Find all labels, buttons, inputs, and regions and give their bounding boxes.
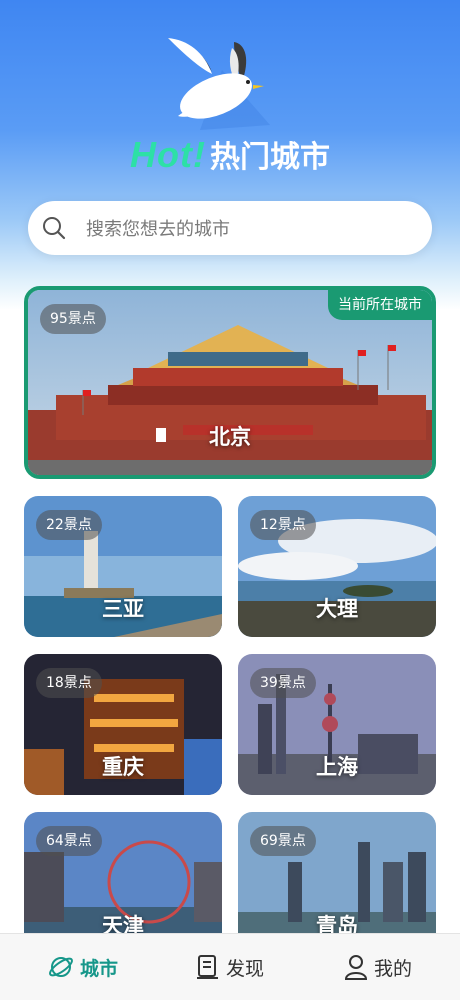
spots-badge: 18景点 (36, 668, 102, 698)
search-bar[interactable] (28, 201, 432, 255)
spots-badge: 64景点 (36, 826, 102, 856)
city-name: 上海 (316, 755, 358, 779)
spots-badge: 22景点 (36, 510, 102, 540)
title-text: 热门城市 (209, 140, 330, 175)
tab-label: 我的 (374, 957, 413, 980)
spots-badge: 95景点 (40, 304, 106, 334)
seagull-logo-icon (168, 38, 270, 130)
city-card-chongqing[interactable]: 18景点 重庆 (24, 654, 222, 795)
page-title: Hot! 热门城市 (0, 132, 460, 176)
city-name: 北京 (209, 425, 251, 449)
city-name: 重庆 (102, 755, 144, 779)
search-input[interactable] (84, 213, 418, 245)
city-card-tianjin[interactable]: 64景点 天津 (24, 812, 222, 942)
city-name: 三亚 (102, 597, 144, 621)
city-card-featured[interactable]: 95景点 当前所在城市 北京 (24, 286, 436, 479)
header: Hot! 热门城市 (0, 0, 460, 190)
document-icon (197, 955, 218, 979)
tab-label: 发现 (226, 957, 265, 980)
tab-label: 城市 (80, 957, 119, 980)
hot-label: Hot! (130, 134, 206, 175)
current-city-tag: 当前所在城市 (328, 290, 432, 320)
city-card-shanghai[interactable]: 39景点 上海 (238, 654, 436, 795)
planet-icon (49, 957, 73, 977)
city-card-dali[interactable]: 12景点 大理 (238, 496, 436, 637)
search-icon (43, 217, 66, 240)
spots-badge: 39景点 (250, 668, 316, 698)
city-card-qingdao[interactable]: 69景点 青岛 (238, 812, 436, 942)
tab-discover[interactable]: 发现 (196, 934, 264, 1000)
city-card-sanya[interactable]: 22景点 三亚 (24, 496, 222, 637)
bottom-tab-bar: 城市 发现 我的 (0, 933, 460, 1000)
person-icon (344, 955, 368, 980)
spots-badge: 69景点 (250, 826, 316, 856)
city-name: 大理 (316, 597, 358, 621)
spots-badge: 12景点 (250, 510, 316, 540)
tab-mine[interactable]: 我的 (344, 934, 412, 1000)
tab-city[interactable]: 城市 (48, 934, 118, 1000)
